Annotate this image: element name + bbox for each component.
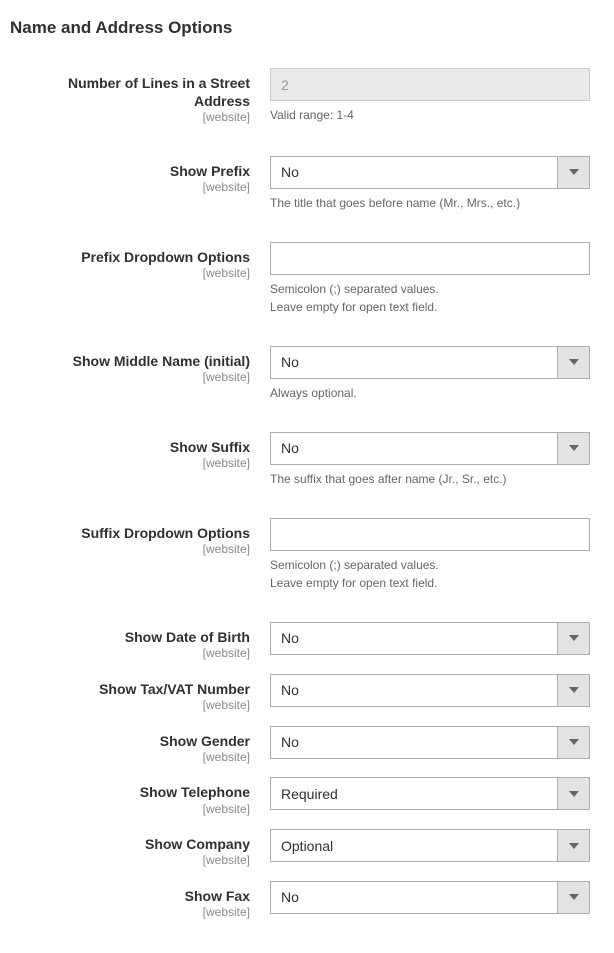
scope-label: [website] — [10, 542, 250, 558]
field-show-fax: Show Fax [website] No — [10, 881, 604, 921]
show-prefix-hint: The title that goes before name (Mr., Mr… — [270, 194, 590, 212]
section-title: Name and Address Options — [10, 18, 604, 38]
show-fax-label: Show Fax — [185, 888, 250, 904]
show-gender-select[interactable]: No — [270, 726, 590, 759]
street-lines-input — [270, 68, 590, 101]
field-show-prefix: Show Prefix [website] No The title that … — [10, 156, 604, 212]
show-telephone-label: Show Telephone — [140, 784, 250, 800]
prefix-options-hint: Semicolon (;) separated values.Leave emp… — [270, 280, 590, 316]
show-gender-label: Show Gender — [160, 733, 250, 749]
scope-label: [website] — [10, 110, 250, 126]
show-dob-label: Show Date of Birth — [125, 629, 250, 645]
scope-label: [website] — [10, 750, 250, 766]
show-middle-label: Show Middle Name (initial) — [73, 353, 250, 369]
field-show-company: Show Company [website] Optional — [10, 829, 604, 869]
street-lines-label: Number of Lines in a Street Address — [68, 75, 250, 109]
prefix-options-input[interactable] — [270, 242, 590, 275]
show-suffix-hint: The suffix that goes after name (Jr., Sr… — [270, 470, 590, 488]
scope-label: [website] — [10, 266, 250, 282]
scope-label: [website] — [10, 456, 250, 472]
scope-label: [website] — [10, 180, 250, 196]
suffix-options-label: Suffix Dropdown Options — [81, 525, 250, 541]
field-show-telephone: Show Telephone [website] Required — [10, 777, 604, 817]
field-street-lines: Number of Lines in a Street Address [web… — [10, 68, 604, 126]
scope-label: [website] — [10, 853, 250, 869]
field-show-gender: Show Gender [website] No — [10, 726, 604, 766]
field-show-middle: Show Middle Name (initial) [website] No … — [10, 346, 604, 402]
show-company-select[interactable]: Optional — [270, 829, 590, 862]
show-dob-select[interactable]: No — [270, 622, 590, 655]
show-suffix-select[interactable]: No — [270, 432, 590, 465]
suffix-options-input[interactable] — [270, 518, 590, 551]
suffix-options-hint: Semicolon (;) separated values.Leave emp… — [270, 556, 590, 592]
show-middle-select[interactable]: No — [270, 346, 590, 379]
show-company-label: Show Company — [145, 836, 250, 852]
scope-label: [website] — [10, 698, 250, 714]
show-suffix-label: Show Suffix — [170, 439, 250, 455]
field-show-suffix: Show Suffix [website] No The suffix that… — [10, 432, 604, 488]
show-prefix-select[interactable]: No — [270, 156, 590, 189]
show-fax-select[interactable]: No — [270, 881, 590, 914]
show-tax-select[interactable]: No — [270, 674, 590, 707]
street-lines-hint: Valid range: 1-4 — [270, 106, 590, 124]
scope-label: [website] — [10, 370, 250, 386]
scope-label: [website] — [10, 802, 250, 818]
show-tax-label: Show Tax/VAT Number — [99, 681, 250, 697]
prefix-options-label: Prefix Dropdown Options — [81, 249, 250, 265]
scope-label: [website] — [10, 646, 250, 662]
field-show-dob: Show Date of Birth [website] No — [10, 622, 604, 662]
show-prefix-label: Show Prefix — [170, 163, 250, 179]
field-show-tax: Show Tax/VAT Number [website] No — [10, 674, 604, 714]
field-suffix-options: Suffix Dropdown Options [website] Semico… — [10, 518, 604, 592]
scope-label: [website] — [10, 905, 250, 921]
show-telephone-select[interactable]: Required — [270, 777, 590, 810]
field-prefix-options: Prefix Dropdown Options [website] Semico… — [10, 242, 604, 316]
show-middle-hint: Always optional. — [270, 384, 590, 402]
